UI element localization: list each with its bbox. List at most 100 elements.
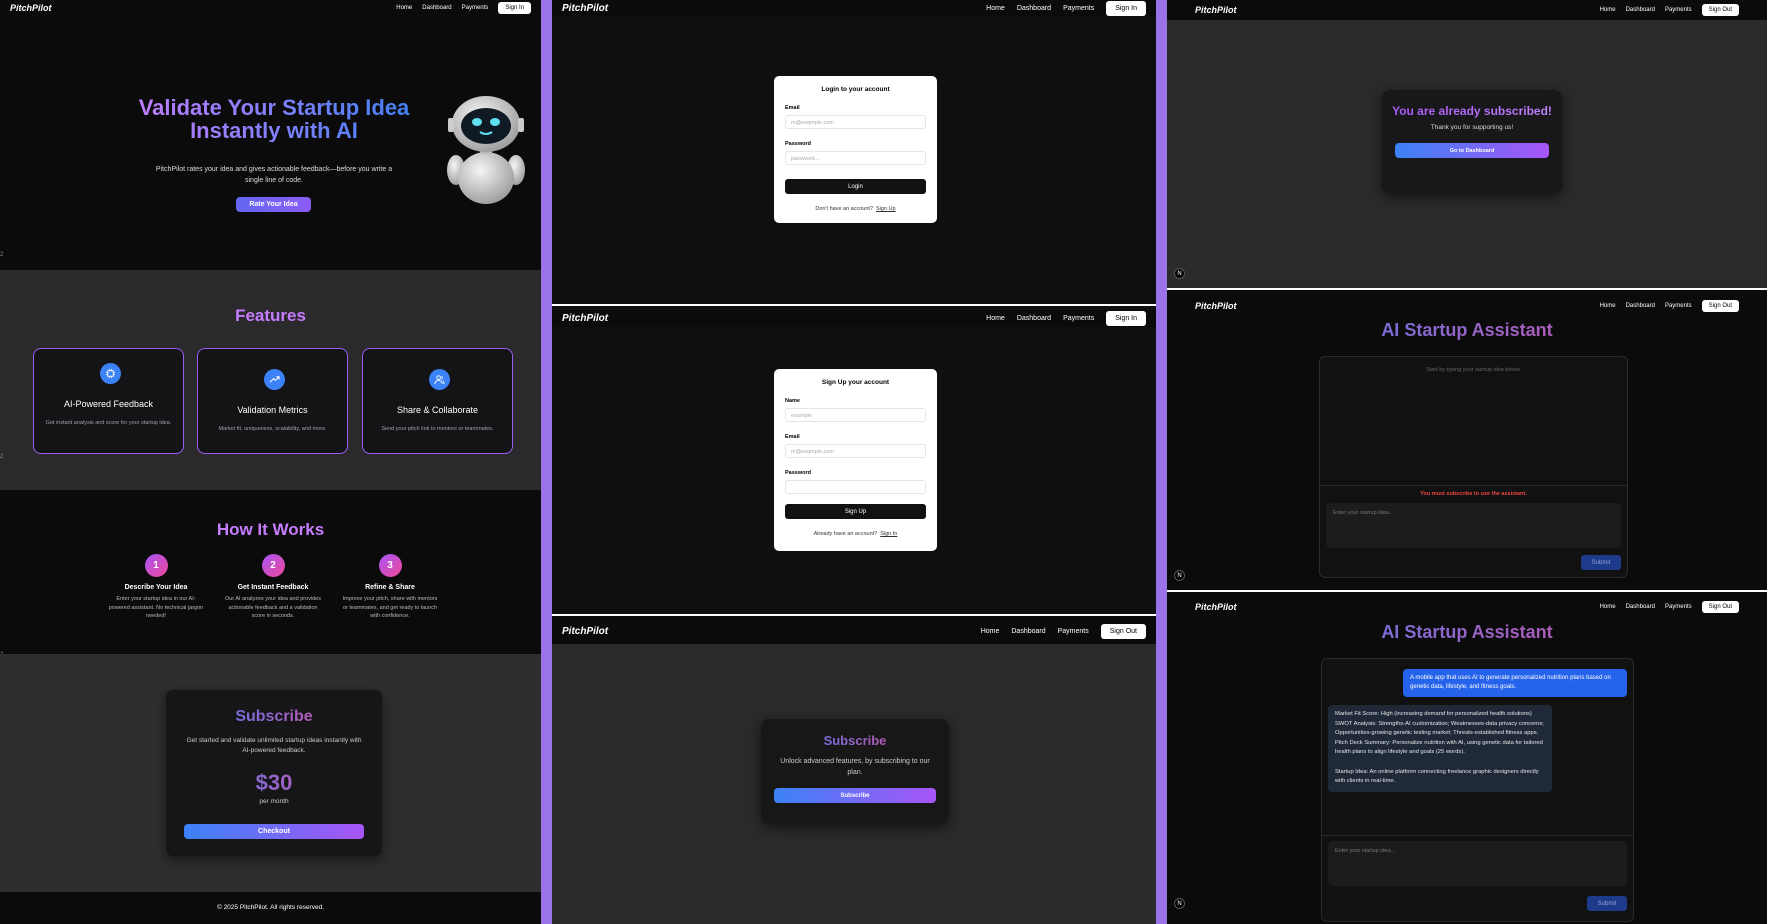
- feature-desc: Market fit, uniqueness, scalability, and…: [218, 426, 327, 432]
- navbar: PitchPilot Home Dashboard Payments Sign …: [552, 0, 1156, 17]
- navbar: PitchPilot Home Dashboard Payments Sign …: [0, 0, 541, 16]
- chip-icon: [100, 363, 121, 384]
- sign-out-button[interactable]: Sign Out: [1701, 300, 1739, 312]
- email-field[interactable]: m@example.com: [785, 115, 926, 129]
- logo[interactable]: PitchPilot: [562, 626, 608, 637]
- signup-title: Sign Up your account: [821, 379, 890, 386]
- nav-dashboard[interactable]: Dashboard: [1626, 303, 1655, 309]
- how-it-works-section: How It Works 1 Describe Your Idea Enter …: [0, 490, 541, 654]
- auth-pages: PitchPilot Home Dashboard Payments Sign …: [552, 0, 1156, 924]
- nav-payments[interactable]: Payments: [1058, 628, 1089, 635]
- login-button[interactable]: Login: [785, 179, 926, 194]
- next-badge[interactable]: N: [1174, 268, 1185, 279]
- password-label: Password: [785, 470, 811, 476]
- nav-payments[interactable]: Payments: [1665, 303, 1692, 309]
- nav-payments[interactable]: Payments: [1665, 7, 1692, 13]
- sign-in-button[interactable]: Sign In: [498, 2, 531, 14]
- signup-link[interactable]: Sign Up: [876, 206, 896, 212]
- subscribe-desc: Unlock advanced features, by subscribing…: [780, 758, 930, 776]
- login-card: Login to your account Email m@example.co…: [774, 76, 937, 223]
- subscribe-button[interactable]: Subscribe: [774, 788, 936, 803]
- nav-payments[interactable]: Payments: [1665, 604, 1692, 610]
- ai-line-spacer: [1335, 758, 1545, 768]
- nav-home[interactable]: Home: [986, 315, 1005, 322]
- nav-payments[interactable]: Payments: [1063, 315, 1094, 322]
- logo[interactable]: PitchPilot: [562, 313, 608, 324]
- nav-home[interactable]: Home: [1600, 303, 1616, 309]
- features-title: Features: [235, 306, 306, 325]
- navbar: PitchPilot Home Dashboard Payments Sign …: [552, 310, 1156, 327]
- signup-prompt: Don't have an account? Sign Up: [774, 206, 937, 212]
- logo[interactable]: PitchPilot: [1195, 301, 1237, 311]
- subscribed-card: You are already subscribed! Thank you fo…: [1382, 90, 1562, 193]
- subscribed-page: PitchPilot Home Dashboard Payments Sign …: [1167, 0, 1767, 288]
- step-number: 2: [261, 554, 285, 577]
- feature-desc: Get instant analysis and score for your …: [45, 420, 172, 426]
- nav-dashboard[interactable]: Dashboard: [422, 5, 451, 11]
- subscribed-title: You are already subscribed!: [1382, 104, 1562, 118]
- nav-home[interactable]: Home: [1600, 7, 1616, 13]
- price-period: per month: [259, 798, 289, 805]
- sign-out-button[interactable]: Sign Out: [1701, 601, 1739, 613]
- nav-home[interactable]: Home: [981, 628, 1000, 635]
- nav-dashboard[interactable]: Dashboard: [1626, 604, 1655, 610]
- signin-prompt-text: Already have an account?: [813, 531, 878, 537]
- submit-button[interactable]: Submit: [1587, 896, 1627, 911]
- how-title: How It Works: [216, 520, 325, 539]
- edge-marker: 2: [0, 252, 4, 258]
- assistant-page: PitchPilot Home Dashboard Payments Sign …: [1167, 592, 1767, 924]
- user-message: A mobile app that uses AI to generate pe…: [1403, 669, 1627, 697]
- nav-payments[interactable]: Payments: [1063, 5, 1094, 12]
- logo[interactable]: PitchPilot: [1195, 602, 1237, 612]
- step-number: 3: [378, 554, 402, 577]
- step: 1 Describe Your Idea Enter your startup …: [106, 554, 206, 621]
- feature-title: AI-Powered Feedback: [63, 399, 154, 409]
- step-title: Get Instant Feedback: [237, 584, 309, 591]
- nav-payments[interactable]: Payments: [462, 5, 489, 11]
- submit-button[interactable]: Submit: [1581, 555, 1621, 570]
- ai-line: Pitch Deck Summary: Personalize nutritio…: [1335, 739, 1543, 756]
- nav-dashboard[interactable]: Dashboard: [1017, 5, 1051, 12]
- sign-in-button[interactable]: Sign In: [1106, 1, 1146, 16]
- logo[interactable]: PitchPilot: [1195, 5, 1237, 15]
- logo[interactable]: PitchPilot: [10, 3, 52, 13]
- edge-marker: 2: [0, 454, 4, 460]
- sign-out-button[interactable]: Sign Out: [1100, 623, 1146, 639]
- login-title: Login to your account: [821, 86, 890, 93]
- next-badge[interactable]: N: [1174, 570, 1185, 581]
- footer: © 2025 PitchPilot. All rights reserved.: [0, 892, 541, 924]
- sign-out-button[interactable]: Sign Out: [1701, 4, 1739, 16]
- name-field[interactable]: example: [785, 408, 926, 422]
- step-title: Describe Your Idea: [124, 584, 188, 591]
- chat-panel: Start by typing your startup idea below.…: [1319, 356, 1628, 578]
- email-label: Email: [785, 434, 800, 440]
- hero-title: Validate Your Startup Idea Instantly wit…: [120, 96, 428, 142]
- step: 2 Get Instant Feedback Our AI analyzes y…: [223, 554, 323, 621]
- assistant-title: AI Startup Assistant: [1167, 622, 1767, 643]
- rate-idea-button[interactable]: Rate Your Idea: [236, 197, 311, 212]
- features-section: Features AI-Powered Feedback Get instant…: [0, 270, 541, 490]
- logo[interactable]: PitchPilot: [562, 3, 608, 14]
- next-badge[interactable]: N: [1174, 898, 1185, 909]
- landing-page: PitchPilot Home Dashboard Payments Sign …: [0, 0, 541, 924]
- checkout-button[interactable]: Checkout: [184, 824, 364, 839]
- users-icon: [429, 369, 450, 390]
- signup-page: PitchPilot Home Dashboard Payments Sign …: [552, 306, 1156, 614]
- email-field[interactable]: m@example.com: [785, 444, 926, 458]
- password-field[interactable]: password...: [785, 151, 926, 165]
- feature-title: Validation Metrics: [237, 405, 308, 415]
- nav-home[interactable]: Home: [1600, 604, 1616, 610]
- sign-in-button[interactable]: Sign In: [1106, 311, 1146, 326]
- chat-panel: A mobile app that uses AI to generate pe…: [1321, 658, 1634, 922]
- idea-input[interactable]: Enter your startup idea...: [1326, 503, 1621, 548]
- signin-link[interactable]: Sign In: [880, 531, 897, 537]
- nav-home[interactable]: Home: [986, 5, 1005, 12]
- go-dashboard-button[interactable]: Go to Dashboard: [1395, 143, 1549, 158]
- signup-button[interactable]: Sign Up: [785, 504, 926, 519]
- nav-home[interactable]: Home: [396, 5, 412, 11]
- password-field[interactable]: [785, 480, 926, 494]
- nav-dashboard[interactable]: Dashboard: [1626, 7, 1655, 13]
- idea-input[interactable]: Enter your startup idea...: [1328, 841, 1627, 886]
- nav-dashboard[interactable]: Dashboard: [1017, 315, 1051, 322]
- nav-dashboard[interactable]: Dashboard: [1011, 628, 1045, 635]
